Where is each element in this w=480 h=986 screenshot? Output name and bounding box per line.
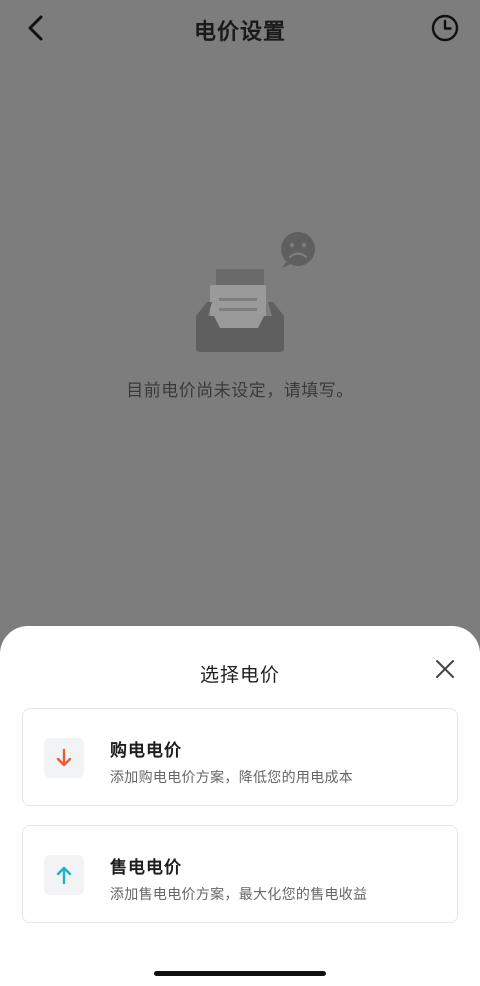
option-description: 添加购电电价方案，降低您的用电成本 (110, 770, 354, 786)
option-title: 售电电价 (110, 858, 182, 878)
close-icon (436, 660, 454, 678)
close-button[interactable] (434, 658, 456, 680)
empty-inbox-sad-icon (190, 232, 322, 356)
page-title: 电价设置 (193, 20, 286, 45)
header: 电价设置 (0, 0, 480, 56)
option-description: 添加售电电价方案，最大化您的售电收益 (110, 887, 368, 903)
history-button[interactable] (430, 13, 460, 43)
arrow-down-icon (44, 738, 84, 778)
option-sale-price[interactable]: 售电电价 添加售电电价方案，最大化您的售电收益 (22, 825, 458, 923)
arrow-up-icon (44, 855, 84, 895)
bottom-sheet: 选择电价 购电电价 添加购电电价方案，降低您的用电成本 售电电价 添加售电电价方… (0, 626, 480, 986)
home-indicator (154, 971, 326, 976)
sheet-title: 选择电价 (199, 664, 280, 686)
option-purchase-price[interactable]: 购电电价 添加购电电价方案，降低您的用电成本 (22, 708, 458, 806)
clock-icon (431, 14, 459, 42)
option-title: 购电电价 (110, 741, 182, 761)
empty-state-message: 目前电价尚未设定，请填写。 (126, 381, 354, 401)
